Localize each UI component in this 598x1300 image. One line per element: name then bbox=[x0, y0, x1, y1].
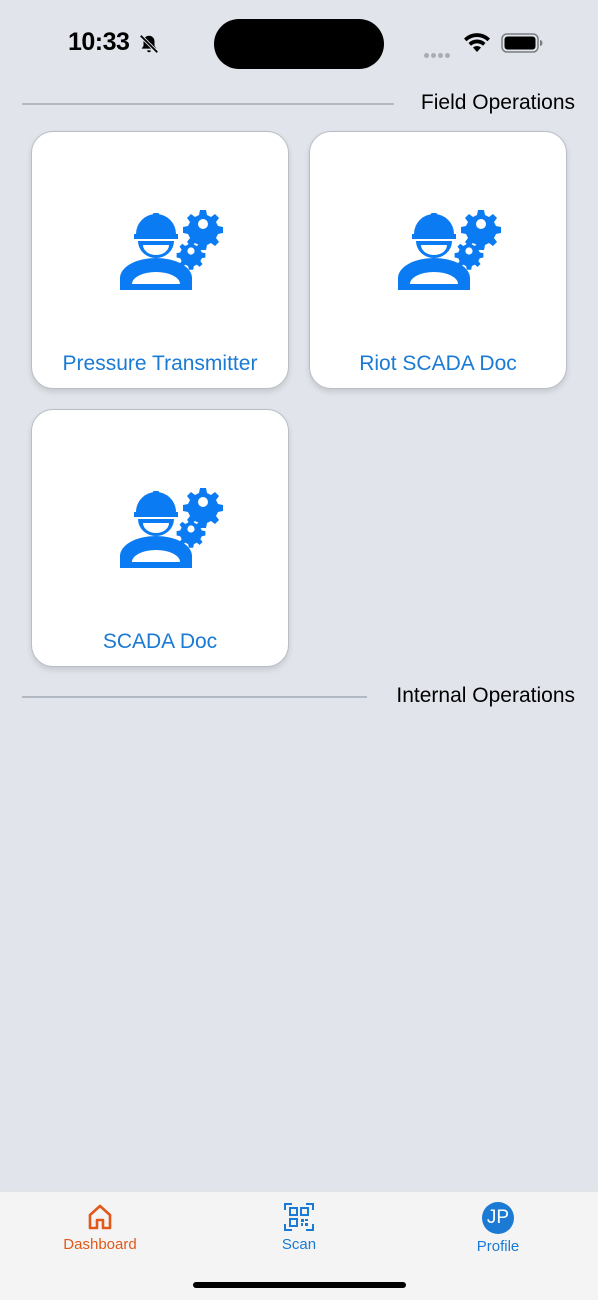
section-divider bbox=[22, 103, 394, 105]
section-title: Field Operations bbox=[420, 91, 575, 114]
tab-label: Dashboard bbox=[63, 1236, 137, 1253]
tile-label: Riot SCADA Doc bbox=[359, 352, 517, 375]
tab-label: Profile bbox=[476, 1238, 520, 1255]
tab-profile[interactable]: JP Profile bbox=[428, 1202, 568, 1262]
worker-gears-icon bbox=[398, 210, 501, 290]
status-bar: 10:33 bbox=[0, 0, 598, 90]
home-icon bbox=[88, 1204, 112, 1230]
battery-icon bbox=[501, 33, 543, 53]
tile-scada-doc[interactable]: SCADA Doc bbox=[31, 409, 289, 667]
section-header-internal-operations: Internal Operations bbox=[0, 682, 598, 712]
worker-gears-icon bbox=[120, 210, 223, 290]
avatar: JP bbox=[482, 1202, 514, 1234]
wifi-icon bbox=[464, 33, 490, 52]
tab-scan[interactable]: Scan bbox=[229, 1202, 369, 1262]
signal-icon bbox=[424, 45, 452, 63]
dynamic-island bbox=[214, 19, 384, 69]
section-header-field-operations: Field Operations bbox=[0, 89, 598, 119]
qr-scan-icon bbox=[284, 1203, 314, 1231]
screen: 10:33 Field Operations Pressure Transmit… bbox=[0, 0, 598, 1300]
home-indicator bbox=[193, 1282, 406, 1288]
worker-gears-icon bbox=[120, 488, 223, 568]
tile-label: Pressure Transmitter bbox=[62, 352, 258, 375]
tile-riot-scada-doc[interactable]: Riot SCADA Doc bbox=[309, 131, 567, 389]
section-title: Internal Operations bbox=[396, 684, 575, 707]
tab-dashboard[interactable]: Dashboard bbox=[30, 1202, 170, 1262]
bell-slash-icon bbox=[139, 34, 159, 54]
tile-label: SCADA Doc bbox=[102, 630, 218, 653]
tile-pressure-transmitter[interactable]: Pressure Transmitter bbox=[31, 131, 289, 389]
section-divider bbox=[22, 696, 367, 698]
tab-label: Scan bbox=[281, 1236, 317, 1253]
status-time: 10:33 bbox=[68, 28, 130, 56]
